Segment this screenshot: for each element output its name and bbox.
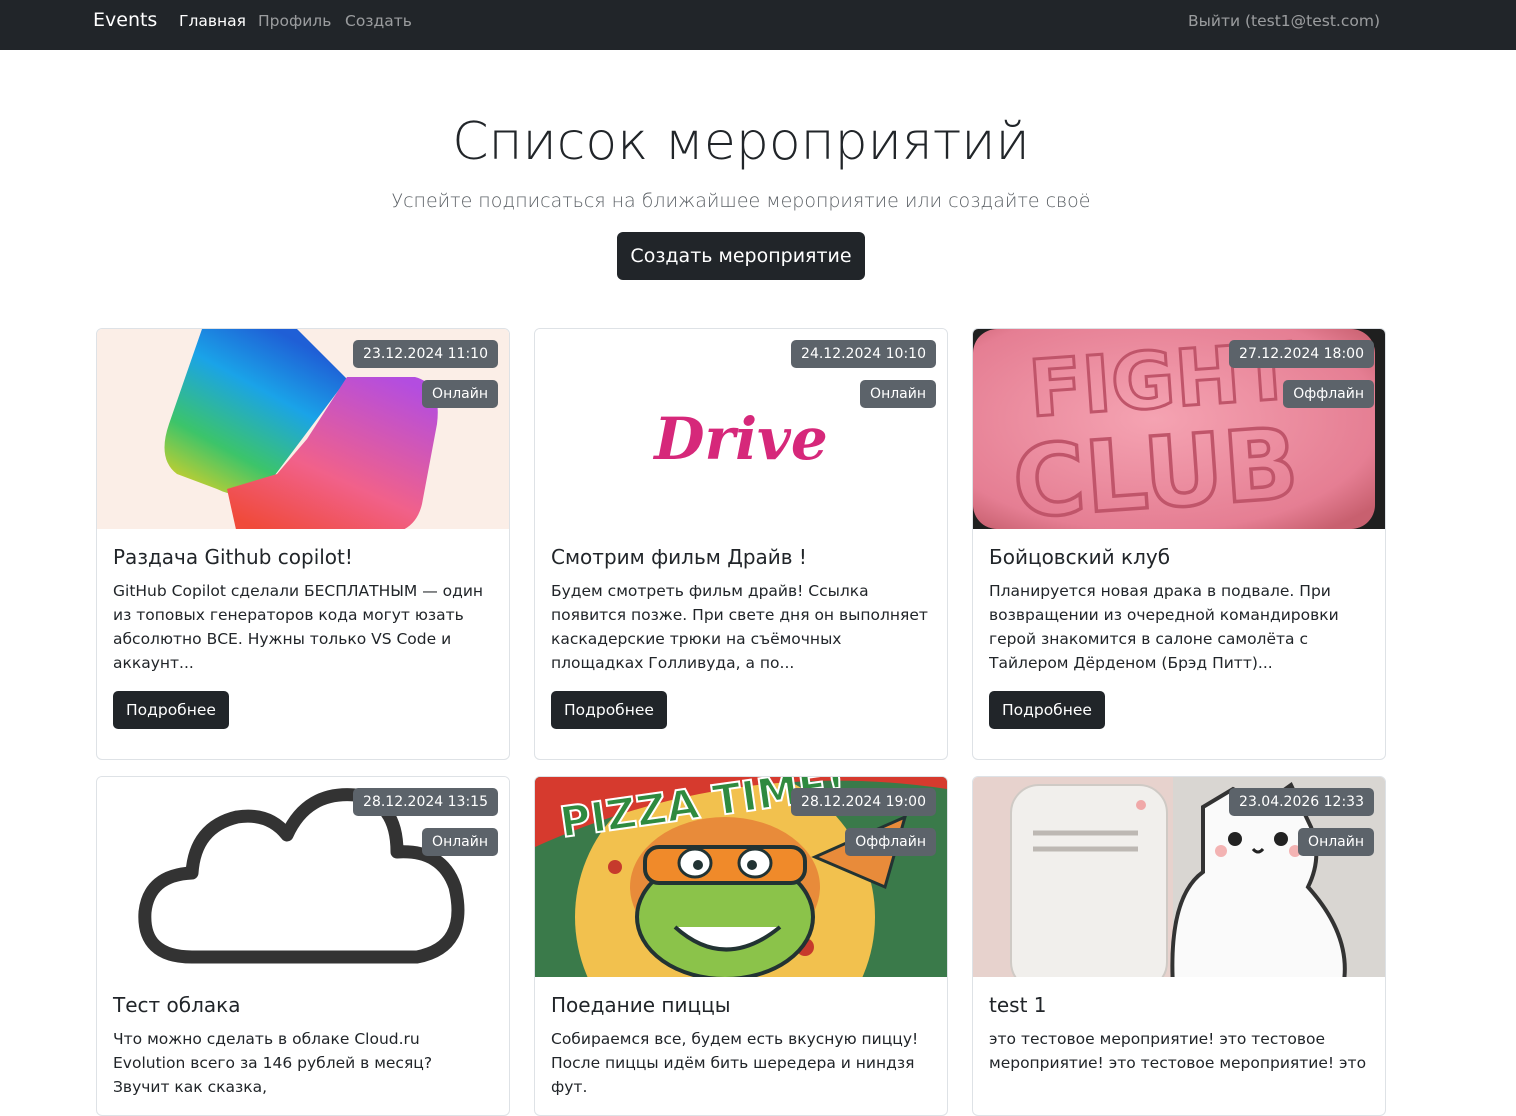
event-title: Тест облака [113, 993, 241, 1017]
page-subtitle: Успейте подписаться на ближайшее меропри… [391, 190, 1091, 212]
event-format-badge: Оффлайн [1283, 380, 1374, 408]
nav-profile[interactable]: Профиль [258, 12, 331, 30]
event-title: test 1 [989, 993, 1047, 1017]
event-format-badge: Онлайн [1298, 828, 1374, 856]
event-card: Drive 24.12.2024 10:10 Онлайн Смотрим фи… [534, 328, 948, 760]
event-title: Раздача Github copilot! [113, 545, 353, 569]
event-format-badge: Онлайн [422, 380, 498, 408]
event-date-badge: 27.12.2024 18:00 [1229, 340, 1374, 368]
event-description: это тестовое мероприятие! это тестовое м… [989, 1030, 1367, 1072]
event-description: GitHub Copilot сделали БЕСПЛАТНЫМ — один… [113, 582, 484, 672]
event-description: Что можно сделать в облаке Cloud.ru Evol… [113, 1030, 433, 1096]
nav-home[interactable]: Главная [179, 12, 246, 30]
event-image-pizza: PIZZA TIME! 28.12.2024 19:00 Оффлайн [535, 777, 947, 977]
drive-logo-text: Drive [652, 405, 828, 473]
details-button[interactable]: Подробнее [989, 691, 1105, 729]
create-event-button[interactable]: Создать мероприятие [617, 232, 865, 280]
event-title: Бойцовский клуб [989, 545, 1171, 569]
event-date-badge: 23.04.2026 12:33 [1229, 788, 1374, 816]
event-description: Собираемся все, будем есть вкусную пиццу… [551, 1030, 919, 1096]
event-description: Планируется новая драка в подвале. При в… [989, 582, 1339, 672]
details-button[interactable]: Подробнее [113, 691, 229, 729]
brand-link[interactable]: Events [93, 9, 157, 31]
nav-create[interactable]: Создать [345, 12, 412, 30]
logout-link[interactable]: Выйти (test1@test.com) [1188, 12, 1380, 30]
event-date-badge: 23.12.2024 11:10 [353, 340, 498, 368]
event-card: PIZZA TIME! 28.12.2024 19:00 Оффлайн Пое… [534, 776, 948, 1116]
event-card: FIGHT CLUB 27.12.2024 18:00 Оффлайн Бойц… [972, 328, 1386, 760]
event-card: 28.12.2024 13:15 Онлайн Тест облака Что … [96, 776, 510, 1116]
page-title: Список мероприятий [452, 112, 1030, 172]
event-title: Смотрим фильм Драйв ! [551, 545, 807, 569]
event-format-badge: Онлайн [422, 828, 498, 856]
event-date-badge: 28.12.2024 13:15 [353, 788, 498, 816]
event-image-drive: Drive 24.12.2024 10:10 Онлайн [535, 329, 947, 529]
event-date-badge: 24.12.2024 10:10 [791, 340, 936, 368]
details-button[interactable]: Подробнее [551, 691, 667, 729]
event-description: Будем смотреть фильм драйв! Ссылка появи… [551, 582, 928, 672]
event-format-badge: Онлайн [860, 380, 936, 408]
event-image-fight-club: FIGHT CLUB 27.12.2024 18:00 Оффлайн [973, 329, 1385, 529]
event-card: 23.12.2024 11:10 Онлайн Раздача Github c… [96, 328, 510, 760]
event-format-badge: Оффлайн [845, 828, 936, 856]
club-text: CLUB [1009, 407, 1301, 529]
event-image-cloud: 28.12.2024 13:15 Онлайн [97, 777, 509, 977]
event-card: 23.04.2026 12:33 Онлайн test 1 это тесто… [972, 776, 1386, 1116]
event-date-badge: 28.12.2024 19:00 [791, 788, 936, 816]
navbar: Events Главная Профиль Создать Выйти (te… [0, 0, 1516, 50]
event-image-cat: 23.04.2026 12:33 Онлайн [973, 777, 1385, 977]
event-title: Поедание пиццы [551, 993, 731, 1017]
event-image-copilot: 23.12.2024 11:10 Онлайн [97, 329, 509, 529]
